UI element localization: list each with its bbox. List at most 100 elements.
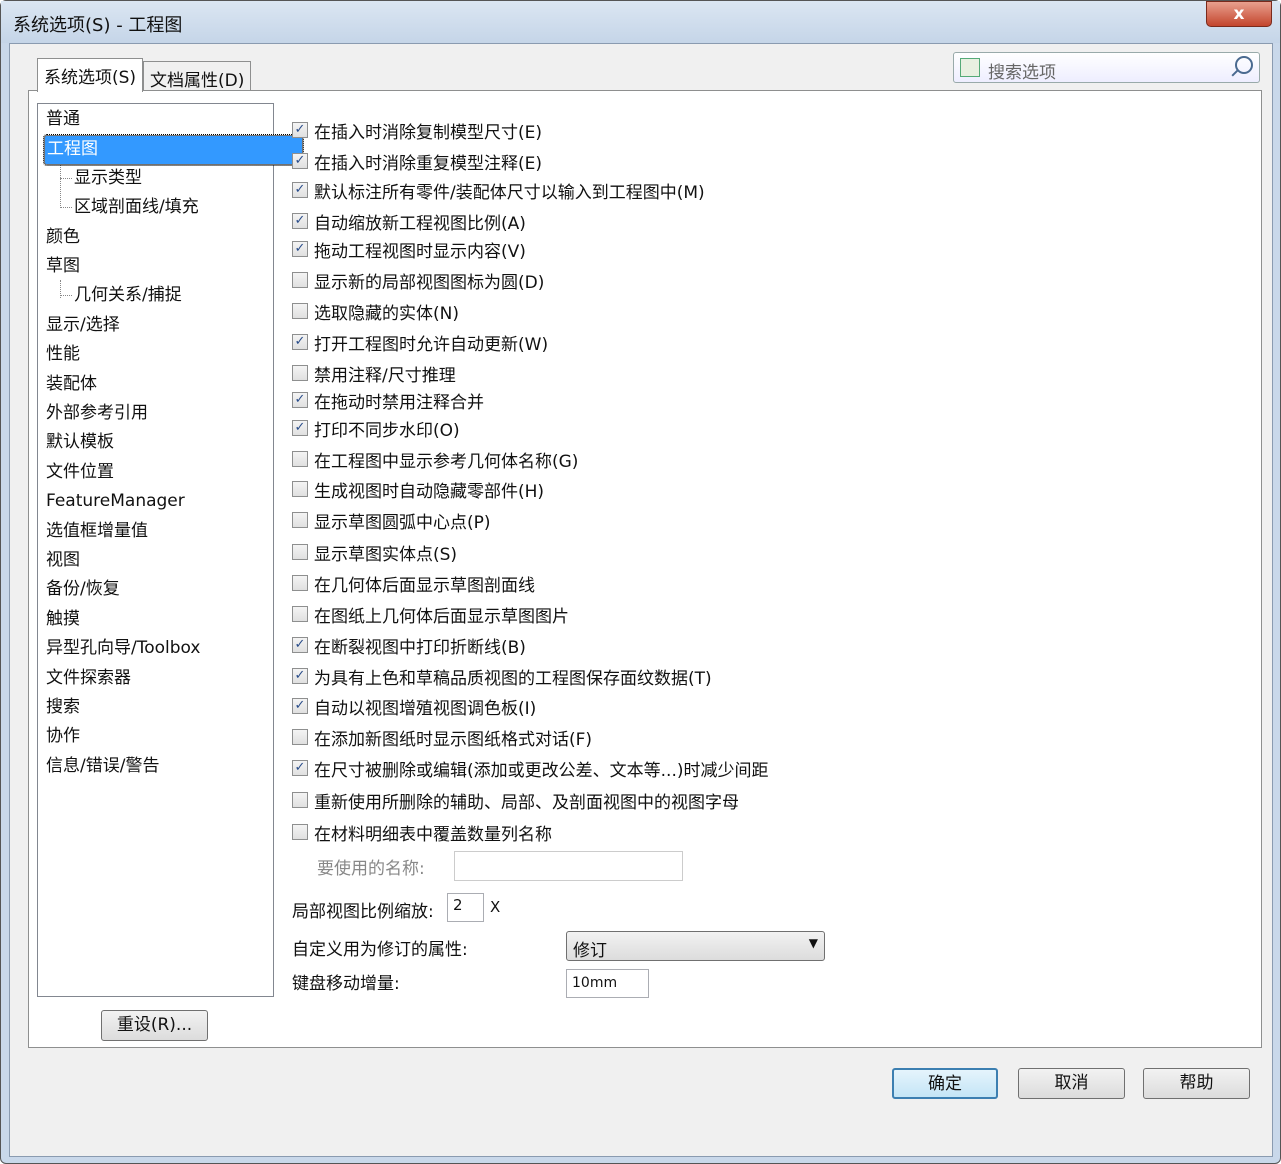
tree-item[interactable]: 外部参考引用	[46, 400, 148, 426]
tree-item[interactable]: 区域剖面线/填充	[74, 194, 199, 220]
checkbox-checked-icon[interactable]: ✓	[292, 213, 308, 229]
option-checkbox[interactable]: 显示草图圆弧中心点(P)	[292, 508, 491, 533]
tab-document-properties[interactable]: 文档属性(D)	[143, 61, 252, 91]
option-checkbox[interactable]: ✓ 在尺寸被删除或编辑(添加或更改公差、文本等...)时减少间距	[292, 756, 768, 781]
option-checkbox[interactable]: ✓ 打印不同步水印(O)	[292, 416, 460, 441]
tree-item[interactable]: 文件探索器	[46, 665, 131, 691]
checkbox-checked-icon[interactable]: ✓	[292, 637, 308, 653]
help-button[interactable]: 帮助	[1143, 1068, 1250, 1099]
tree-item[interactable]: 普通	[46, 106, 80, 132]
checkbox-checked-icon[interactable]: ✓	[292, 334, 308, 350]
checkbox-unchecked-icon[interactable]	[292, 792, 308, 808]
option-checkbox[interactable]: ✓ 自动以视图增殖视图调色板(I)	[292, 694, 536, 719]
tree-item[interactable]: 触摸	[46, 606, 80, 632]
checkbox-checked-icon[interactable]: ✓	[292, 698, 308, 714]
tree-item[interactable]: 协作	[46, 723, 80, 749]
option-checkbox[interactable]: 在几何体后面显示草图剖面线	[292, 571, 535, 596]
tree-item[interactable]: 视图	[46, 547, 80, 573]
option-label: 在图纸上几何体后面显示草图图片	[314, 606, 569, 627]
checkbox-unchecked-icon[interactable]	[292, 481, 308, 497]
cancel-button[interactable]: 取消	[1018, 1068, 1125, 1099]
option-checkbox[interactable]: 在添加新图纸时显示图纸格式对话(F)	[292, 725, 592, 750]
revision-select[interactable]: 修订 ▼	[566, 931, 825, 961]
tree-item[interactable]: FeatureManager	[46, 488, 185, 514]
tree-item[interactable]: 装配体	[46, 371, 97, 397]
tree-item[interactable]: 备份/恢复	[46, 576, 120, 602]
tree-item[interactable]: 性能	[46, 341, 80, 367]
checkbox-checked-icon[interactable]: ✓	[292, 392, 308, 408]
option-label: 生成视图时自动隐藏零部件(H)	[314, 481, 545, 502]
option-checkbox[interactable]: 重新使用所删除的辅助、局部、及剖面视图中的视图字母	[292, 788, 739, 813]
option-checkbox[interactable]: ✓ 打开工程图时允许自动更新(W)	[292, 330, 548, 355]
tab-system-options[interactable]: 系统选项(S)	[37, 58, 144, 92]
option-checkbox[interactable]: ✓ 自动缩放新工程视图比例(A)	[292, 209, 526, 234]
tree-item[interactable]: 选值框增量值	[46, 518, 148, 544]
revision-label: 自定义用为修订的属性:	[292, 940, 468, 960]
option-checkbox[interactable]: 选取隐藏的实体(N)	[292, 299, 459, 324]
checkbox-checked-icon[interactable]: ✓	[292, 241, 308, 257]
option-label: 打印不同步水印(O)	[314, 420, 460, 441]
checkbox-checked-icon[interactable]: ✓	[292, 153, 308, 169]
ok-button[interactable]: 确定	[892, 1068, 998, 1099]
tree-item[interactable]: 文件位置	[46, 459, 114, 485]
reset-button[interactable]: 重设(R)...	[101, 1010, 208, 1041]
checkbox-checked-icon[interactable]: ✓	[292, 668, 308, 684]
checkbox-checked-icon[interactable]: ✓	[292, 420, 308, 436]
option-label: 拖动工程视图时显示内容(V)	[314, 241, 526, 262]
checkbox-unchecked-icon[interactable]	[292, 606, 308, 622]
tree-item[interactable]: 颜色	[46, 224, 80, 250]
option-checkbox[interactable]: 在工程图中显示参考几何体名称(G)	[292, 447, 578, 472]
option-checkbox[interactable]: ✓ 在断裂视图中打印折断线(B)	[292, 633, 526, 658]
scale-unit: X	[490, 898, 501, 916]
option-checkbox[interactable]: ✓ 拖动工程视图时显示内容(V)	[292, 237, 526, 262]
checkbox-unchecked-icon[interactable]	[292, 365, 308, 381]
checkbox-unchecked-icon[interactable]	[292, 303, 308, 319]
option-checkbox[interactable]: ✓ 在插入时消除复制模型尺寸(E)	[292, 118, 543, 143]
option-checkbox[interactable]: ✓ 为具有上色和草稿品质视图的工程图保存面纹数据(T)	[292, 664, 712, 689]
tree-item[interactable]: 默认模板	[46, 429, 114, 455]
option-checkbox[interactable]: 在图纸上几何体后面显示草图图片	[292, 602, 569, 627]
search-input[interactable]: 搜索选项	[953, 52, 1260, 83]
checkbox-unchecked-icon[interactable]	[292, 272, 308, 288]
scale-input[interactable]: 2	[447, 893, 484, 922]
option-label: 在插入时消除重复模型注释(E)	[314, 153, 543, 174]
option-checkbox[interactable]: ✓ 默认标注所有零件/装配体尺寸以输入到工程图中(M)	[292, 178, 705, 203]
search-placeholder: 搜索选项	[988, 63, 1056, 83]
checkbox-checked-icon[interactable]: ✓	[292, 760, 308, 776]
checkbox-unchecked-icon[interactable]	[292, 451, 308, 467]
option-checkbox[interactable]: 生成视图时自动隐藏零部件(H)	[292, 477, 545, 502]
name-input[interactable]	[454, 851, 683, 881]
checkbox-unchecked-icon[interactable]	[292, 575, 308, 591]
checkbox-checked-icon[interactable]: ✓	[292, 122, 308, 138]
option-label: 在几何体后面显示草图剖面线	[314, 575, 535, 596]
checkbox-unchecked-icon[interactable]	[292, 729, 308, 745]
tree-item[interactable]: 几何关系/捕捉	[74, 282, 182, 308]
close-button[interactable]: x	[1206, 1, 1272, 27]
title-bar: 系统选项(S) - 工程图 x	[1, 1, 1280, 43]
checkbox-checked-icon[interactable]: ✓	[292, 182, 308, 198]
tree-item[interactable]: 草图	[46, 253, 80, 279]
option-checkbox[interactable]: ✓ 在插入时消除重复模型注释(E)	[292, 149, 543, 174]
step-input[interactable]: 10mm	[566, 969, 649, 998]
option-checkbox[interactable]: 显示草图实体点(S)	[292, 540, 458, 565]
option-checkbox[interactable]: 显示新的局部视图图标为圆(D)	[292, 268, 544, 293]
tree-item[interactable]: 异型孔向导/Toolbox	[46, 635, 200, 661]
tree-item[interactable]: 搜索	[46, 694, 80, 720]
option-label: 显示草图实体点(S)	[314, 544, 458, 565]
tree-item[interactable]: 显示/选择	[46, 312, 120, 338]
option-label: 在材料明细表中覆盖数量列名称	[314, 824, 552, 845]
options-list-icon	[960, 58, 980, 77]
checkbox-unchecked-icon[interactable]	[292, 512, 308, 528]
option-label: 为具有上色和草稿品质视图的工程图保存面纹数据(T)	[314, 668, 712, 689]
tree-item[interactable]: 工程图	[43, 134, 304, 167]
checkbox-unchecked-icon[interactable]	[292, 824, 308, 840]
options-tree[interactable]: 普通 工程图 显示类型区域剖面线/填充颜色草图几何关系/捕捉显示/选择性能装配体外部…	[37, 103, 304, 997]
search-icon[interactable]	[1235, 56, 1253, 74]
checkbox-unchecked-icon[interactable]	[292, 544, 308, 560]
option-checkbox[interactable]: ✓ 在拖动时禁用注释合并	[292, 388, 484, 413]
option-label: 在插入时消除复制模型尺寸(E)	[314, 122, 543, 143]
option-checkbox[interactable]: 在材料明细表中覆盖数量列名称	[292, 820, 552, 845]
option-checkbox[interactable]: 禁用注释/尺寸推理	[292, 361, 456, 386]
tree-item[interactable]: 显示类型	[74, 165, 142, 191]
tree-item[interactable]: 信息/错误/警告	[46, 753, 159, 779]
